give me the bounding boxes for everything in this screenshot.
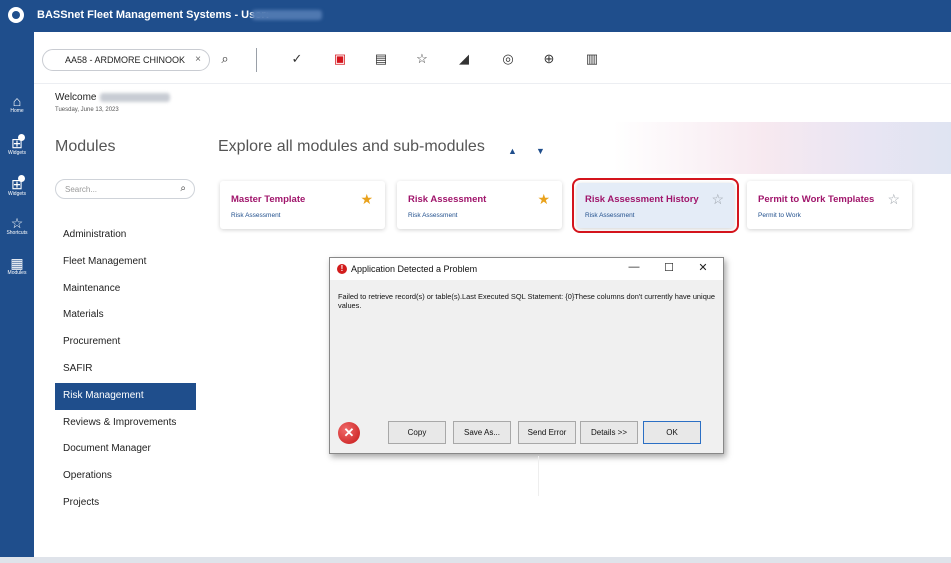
shortcuts-icon: ☆ xyxy=(10,215,24,231)
bottom-edge xyxy=(0,557,951,563)
workorder-icon[interactable]: ▤ xyxy=(372,50,390,68)
sidebar-item-administration[interactable]: Administration xyxy=(55,222,196,249)
module-card-permit-to-work-templates[interactable]: Permit to Work Templates Permit to Work … xyxy=(747,181,912,229)
explore-heading: Explore all modules and sub-modules xyxy=(218,138,485,155)
card-subtitle: Permit to Work xyxy=(758,212,801,219)
rail-modules[interactable]: ▦ Modules xyxy=(0,256,34,276)
left-rail: ⌂ Home ⊞ Widgets ⊞ Widgets ☆ Shortcuts ▦… xyxy=(0,32,34,557)
card-title: Master Template xyxy=(231,194,306,205)
title-bar: BASSnet Fleet Management Systems - User: xyxy=(0,0,951,32)
clear-vessel-icon[interactable]: × xyxy=(195,54,201,65)
rail-home[interactable]: ⌂ Home xyxy=(0,94,34,114)
widgets-icon: ⊞ xyxy=(11,135,23,151)
search-placeholder: Search... xyxy=(65,185,98,194)
card-title: Risk Assessment History xyxy=(585,194,699,205)
welcome-label: Welcome xyxy=(55,92,97,103)
dialog-title: Application Detected a Problem xyxy=(351,264,478,274)
error-dialog: ! Application Detected a Problem — ☐ ✕ F… xyxy=(329,257,724,454)
modules-icon: ▦ xyxy=(10,255,24,271)
dialog-title-bar: ! Application Detected a Problem — ☐ ✕ xyxy=(330,258,723,280)
module-search-input[interactable]: Search... ⌕ xyxy=(55,179,195,199)
modules-heading: Modules xyxy=(55,138,116,155)
module-card-risk-assessment[interactable]: Risk Assessment Risk Assessment ★ xyxy=(397,181,562,229)
error-message: Failed to retrieve record(s) or table(s)… xyxy=(338,292,716,310)
ok-button[interactable]: OK xyxy=(643,421,701,444)
sidebar-item-operations[interactable]: Operations xyxy=(55,463,196,490)
report-icon[interactable]: ▥ xyxy=(583,50,601,68)
module-list: Administration Fleet Management Maintena… xyxy=(55,222,196,517)
rail-shortcuts[interactable]: ☆ Shortcuts xyxy=(0,216,34,236)
approval-icon[interactable]: ◎ xyxy=(499,50,517,68)
message-alert-icon[interactable]: ▣ xyxy=(331,50,349,68)
sidebar-item-fleet-management[interactable]: Fleet Management xyxy=(55,249,196,276)
app-window: BASSnet Fleet Management Systems - User:… xyxy=(0,0,951,563)
scroll-up-arrow-icon[interactable]: ▲ xyxy=(508,146,517,156)
favorite-star-outline-icon[interactable]: ☆ xyxy=(711,191,724,208)
error-large-icon: ✕ xyxy=(338,422,360,444)
app-logo-icon xyxy=(8,7,24,23)
notification-dot xyxy=(18,175,25,182)
card-subtitle: Risk Assessment xyxy=(408,212,458,219)
rail-widgets[interactable]: ⊞ Widgets xyxy=(0,134,34,156)
vessel-name: AA58 - ARDMORE CHINOOK xyxy=(65,55,186,65)
module-card-risk-assessment-history[interactable]: Risk Assessment History Risk Assessment … xyxy=(572,178,739,233)
scroll-down-arrow-icon[interactable]: ▼ xyxy=(536,146,545,156)
app-title: BASSnet Fleet Management Systems - User: xyxy=(37,9,270,21)
sidebar-item-reviews-improvements[interactable]: Reviews & Improvements xyxy=(55,410,196,437)
vessel-selector[interactable]: AA58 - ARDMORE CHINOOK × xyxy=(42,49,210,71)
module-card-master-template[interactable]: Master Template Risk Assessment ★ xyxy=(220,181,385,229)
details-button[interactable]: Details >> xyxy=(580,421,638,444)
favorites-list-icon[interactable]: ☆ xyxy=(413,50,431,68)
card-subtitle: Risk Assessment xyxy=(585,212,635,219)
welcome-user-redacted xyxy=(100,93,170,102)
widgets-icon: ⊞ xyxy=(11,176,23,192)
search-icon[interactable]: ⌕ xyxy=(180,183,186,194)
user-name-redacted xyxy=(252,10,322,20)
favorite-star-icon[interactable]: ★ xyxy=(360,191,373,208)
send-error-button[interactable]: Send Error xyxy=(518,421,576,444)
sidebar-item-maintenance[interactable]: Maintenance xyxy=(55,276,196,303)
error-small-icon: ! xyxy=(337,264,347,274)
home-icon: ⌂ xyxy=(12,93,22,109)
rail-widgets-2[interactable]: ⊞ Widgets xyxy=(0,175,34,197)
search-icon[interactable]: ⌕ xyxy=(216,50,234,68)
checkmark-icon[interactable]: ✓ xyxy=(288,50,306,68)
favorite-star-outline-icon[interactable]: ☆ xyxy=(887,191,900,208)
sidebar-item-procurement[interactable]: Procurement xyxy=(55,329,196,356)
current-date: Tuesday, June 13, 2023 xyxy=(55,107,119,113)
favorite-star-icon[interactable]: ★ xyxy=(537,191,550,208)
card-title: Risk Assessment xyxy=(408,194,487,205)
sidebar-item-projects[interactable]: Projects xyxy=(55,490,196,517)
sidebar-item-document-manager[interactable]: Document Manager xyxy=(55,436,196,463)
copy-button[interactable]: Copy xyxy=(388,421,446,444)
sidebar-item-materials[interactable]: Materials xyxy=(55,302,196,329)
notification-dot xyxy=(18,134,25,141)
globe-icon[interactable]: ⊕ xyxy=(540,50,558,68)
maximize-icon[interactable]: ☐ xyxy=(662,261,676,274)
close-icon[interactable]: ✕ xyxy=(696,261,710,274)
card-title: Permit to Work Templates xyxy=(758,194,875,205)
sidebar-item-risk-management[interactable]: Risk Management xyxy=(55,382,196,410)
toolbar-divider xyxy=(256,48,257,72)
minimize-icon[interactable]: — xyxy=(627,261,641,273)
save-as-button[interactable]: Save As... xyxy=(453,421,511,444)
toolbar: AA58 - ARDMORE CHINOOK × ⌕ ✓ ▣ ▤ ☆ ◢ ◎ ⊕… xyxy=(34,32,951,84)
background-divider xyxy=(538,456,539,496)
chart-icon[interactable]: ◢ xyxy=(455,50,473,68)
card-subtitle: Risk Assessment xyxy=(231,212,281,219)
sidebar-item-safir[interactable]: SAFIR xyxy=(55,356,196,383)
